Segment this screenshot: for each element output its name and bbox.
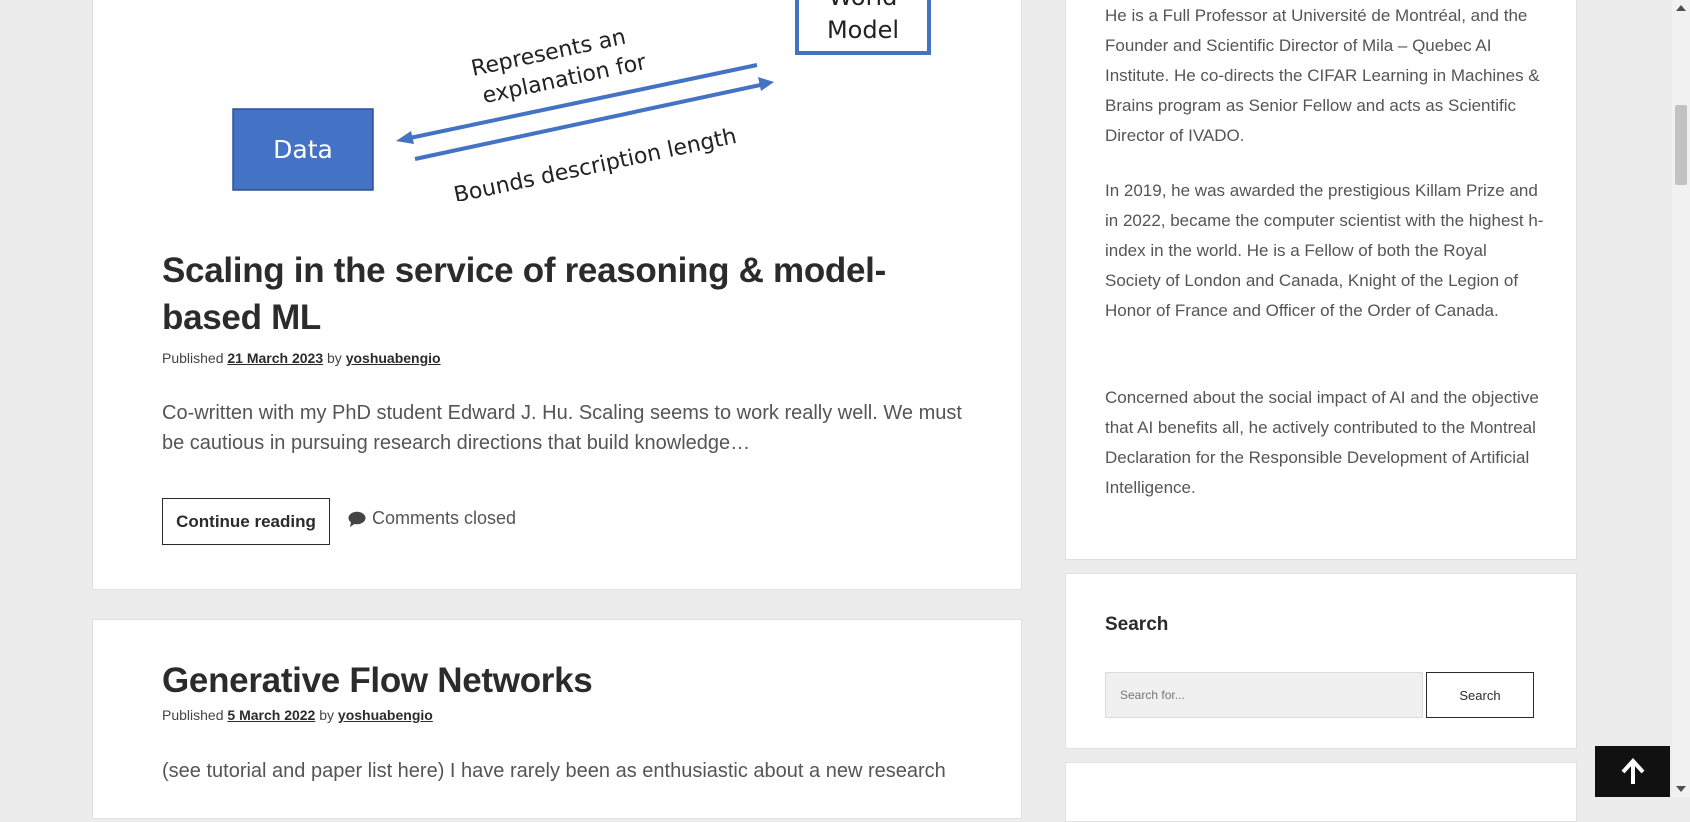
comments-closed-label: Comments closed <box>372 508 517 528</box>
search-button[interactable]: Search <box>1426 672 1534 718</box>
bounds-arrow-head <box>758 77 774 91</box>
search-widget: Search Search <box>1065 573 1577 749</box>
explanation-arrow-head <box>396 131 414 144</box>
post-title-line1[interactable]: Scaling in the service of reasoning & mo… <box>162 251 886 290</box>
post-title-link[interactable]: Generative Flow Networks <box>162 657 593 704</box>
search-input[interactable] <box>1105 672 1423 718</box>
world-model-label-line1: World <box>829 0 898 11</box>
post-card: Generative Flow Networks Published 5 Mar… <box>92 619 1022 819</box>
continue-reading-button[interactable]: Continue reading <box>162 498 330 545</box>
meta-published-label: Published <box>162 350 224 366</box>
post-author-link[interactable]: yoshuabengio <box>338 707 433 723</box>
about-paragraph-3: Concerned about the social impact of AI … <box>1105 388 1539 497</box>
meta-published-label: Published <box>162 707 224 723</box>
post-featured-diagram[interactable]: World Model Data Represents an explanati… <box>93 0 1023 201</box>
search-widget-title: Search <box>1105 614 1169 635</box>
post-date-link[interactable]: 21 March 2023 <box>227 350 323 366</box>
post-title-line2[interactable]: based ML <box>162 298 321 337</box>
about-widget: He is a Full Professor at Université de … <box>1065 0 1577 560</box>
world-model-label-line2: Model <box>827 16 899 44</box>
post-author-link[interactable]: yoshuabengio <box>346 350 441 366</box>
page-scrollbar[interactable] <box>1672 0 1690 797</box>
back-to-top-button[interactable] <box>1595 746 1670 797</box>
excerpt-line2: be cautious in pursuing research directi… <box>162 432 751 454</box>
comments-status: Comments closed <box>348 508 516 529</box>
excerpt-line1: Co-written with my PhD student Edward J.… <box>162 402 962 424</box>
post-title-link[interactable]: Scaling in the service of reasoning & mo… <box>162 247 886 341</box>
meta-by-label: by <box>327 350 342 366</box>
excerpt-line1: (see tutorial and paper list here) I hav… <box>162 760 946 782</box>
scroll-up-icon[interactable] <box>1675 2 1687 14</box>
about-paragraph-1: He is a Full Professor at Université de … <box>1105 6 1540 145</box>
continue-reading-label: Continue reading <box>176 511 316 531</box>
scrollbar-thumb[interactable] <box>1675 105 1687 185</box>
post-excerpt: Co-written with my PhD student Edward J.… <box>162 398 962 458</box>
sidebar-widget <box>1065 762 1577 822</box>
post-excerpt: (see tutorial and paper list here) I hav… <box>162 756 946 786</box>
post-meta: Published 5 March 2022 by yoshuabengio <box>162 707 433 723</box>
meta-by-label: by <box>319 707 335 723</box>
scroll-down-icon[interactable] <box>1675 783 1687 795</box>
data-box-label: Data <box>273 135 333 164</box>
arrow-up-icon <box>1621 757 1644 784</box>
speech-bubble-icon <box>348 511 366 527</box>
post-card: World Model Data Represents an explanati… <box>92 0 1022 590</box>
post-date-link[interactable]: 5 March 2022 <box>227 707 315 723</box>
post-meta: Published 21 March 2023 by yoshuabengio <box>162 350 441 366</box>
about-paragraph-2: In 2019, he was awarded the prestigious … <box>1105 181 1544 320</box>
arrow-label-bottom: Bounds description length <box>452 124 739 201</box>
